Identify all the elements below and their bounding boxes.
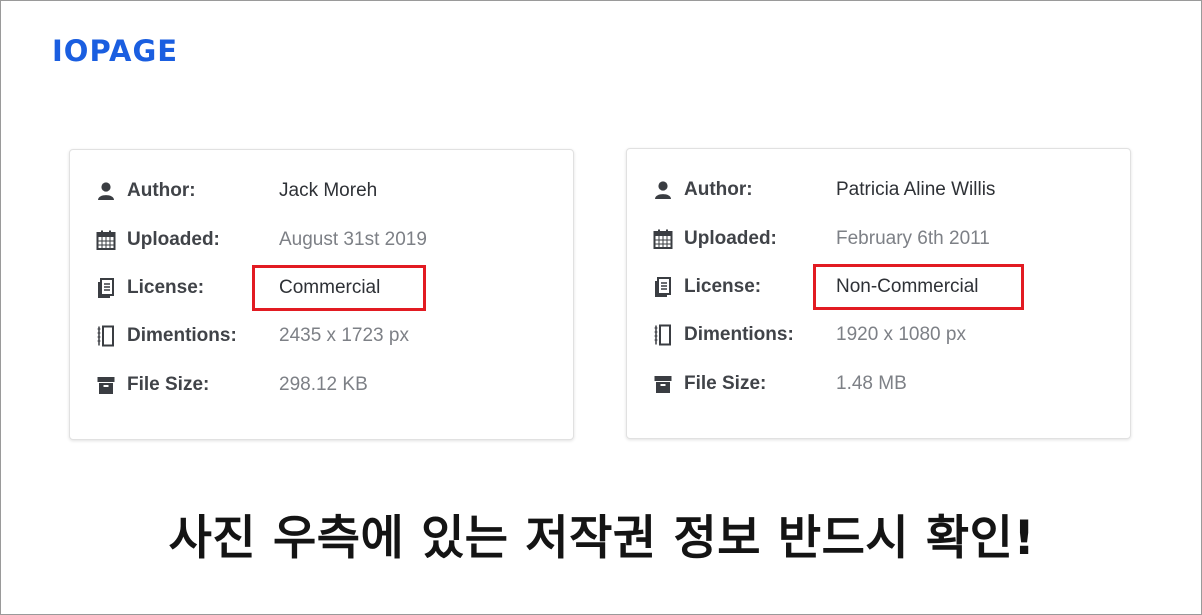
uploaded-value: February 6th 2011 bbox=[836, 228, 990, 249]
iopage-logo: IOPAGE bbox=[52, 34, 179, 68]
dimensions-value: 1920 x 1080 px bbox=[836, 324, 966, 345]
uploaded-value: August 31st 2019 bbox=[279, 229, 427, 250]
uploaded-row: Uploaded: August 31st 2019 bbox=[96, 225, 427, 255]
archive-icon bbox=[96, 374, 116, 396]
license-icon bbox=[96, 277, 116, 299]
author-row: Author: Jack Moreh bbox=[96, 176, 377, 206]
calendar-icon bbox=[653, 228, 673, 250]
dimensions-row: Dimentions: 1920 x 1080 px bbox=[653, 320, 966, 350]
dimensions-value: 2435 x 1723 px bbox=[279, 325, 409, 346]
filesize-row: File Size: 298.12 KB bbox=[96, 370, 368, 400]
dimensions-icon bbox=[653, 324, 673, 346]
author-label: Author: bbox=[684, 179, 753, 200]
calendar-icon bbox=[96, 229, 116, 251]
license-highlight-box-1 bbox=[252, 265, 426, 311]
license-icon bbox=[653, 276, 673, 298]
dimensions-label: Dimentions: bbox=[684, 324, 794, 345]
filesize-value: 298.12 KB bbox=[279, 374, 368, 395]
headline-caption: 사진 우측에 있는 저작권 정보 반드시 확인! bbox=[168, 511, 1036, 566]
filesize-value: 1.48 MB bbox=[836, 373, 907, 394]
dimensions-row: Dimentions: 2435 x 1723 px bbox=[96, 321, 409, 351]
filesize-row: File Size: 1.48 MB bbox=[653, 369, 907, 399]
user-icon bbox=[96, 180, 116, 202]
author-value: Jack Moreh bbox=[279, 180, 378, 201]
license-highlight-box-2 bbox=[813, 264, 1024, 310]
user-icon bbox=[653, 179, 673, 201]
filesize-label: File Size: bbox=[127, 374, 210, 395]
author-label: Author: bbox=[127, 180, 196, 201]
uploaded-label: Uploaded: bbox=[127, 229, 220, 250]
filesize-label: File Size: bbox=[684, 373, 767, 394]
uploaded-label: Uploaded: bbox=[684, 228, 777, 249]
uploaded-row: Uploaded: February 6th 2011 bbox=[653, 224, 990, 254]
archive-icon bbox=[653, 373, 673, 395]
dimensions-icon bbox=[96, 325, 116, 347]
image-frame: IOPAGE Author: Jack Moreh Uploaded: Augu… bbox=[0, 0, 1202, 615]
author-value: Patricia Aline Willis bbox=[836, 179, 996, 200]
dimensions-label: Dimentions: bbox=[127, 325, 237, 346]
author-row: Author: Patricia Aline Willis bbox=[653, 175, 995, 205]
